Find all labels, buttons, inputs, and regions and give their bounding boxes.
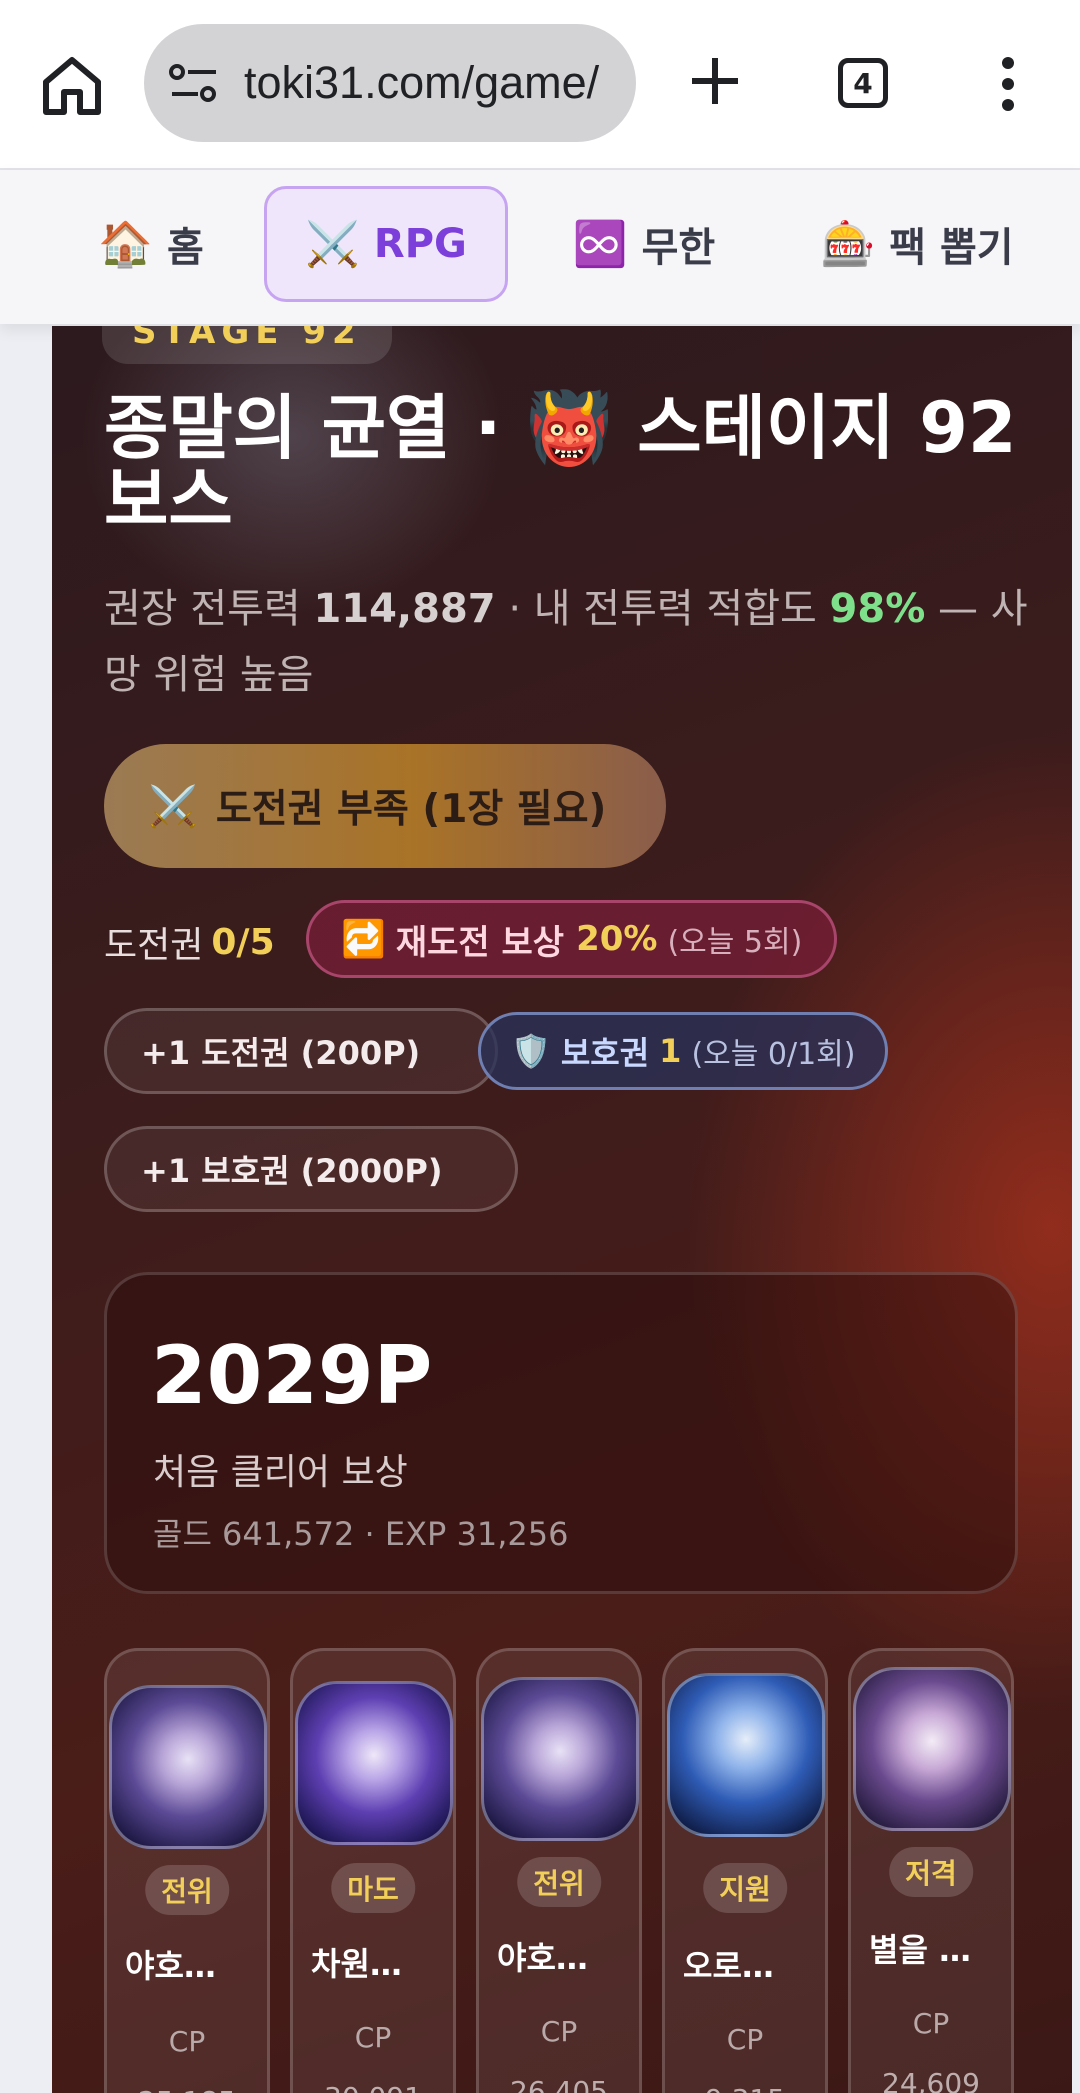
cp-value: 9,315 bbox=[665, 2083, 825, 2093]
power-info: 권장 전투력 114,887 · 내 전투력 적합도 98% — 사망 위험 높… bbox=[104, 576, 1064, 708]
party-card[interactable]: 지원 오로… CP 9,315 bbox=[662, 1648, 828, 2093]
challenge-button[interactable]: ⚔️ 도전권 부족 (1장 필요) bbox=[104, 744, 666, 868]
address-bar[interactable]: toki31.com/game/ bbox=[144, 24, 636, 142]
crossed-swords-icon: ⚔️ bbox=[148, 783, 198, 830]
retry-sub: (오늘 5회) bbox=[667, 925, 803, 960]
hero-portrait bbox=[853, 1667, 1011, 1831]
party-card[interactable]: 전위 야호… CP 26,405 bbox=[476, 1648, 642, 2093]
boss-card: STAGE 92 종말의 균열 · 👹 스테이지 92 보스 권장 전투력 11… bbox=[52, 326, 1072, 2093]
power-prefix: 권장 전투력 bbox=[104, 586, 301, 632]
fit-prefix: · 내 전투력 적합도 bbox=[508, 586, 817, 632]
cp-label: CP bbox=[726, 2023, 764, 2056]
tickets-label: 도전권 bbox=[104, 925, 204, 966]
shield-badge: 🛡️ 보호권 1 (오늘 0/1회) bbox=[478, 1012, 889, 1090]
cp-value: 26,405 bbox=[510, 2075, 608, 2093]
site-settings-icon[interactable] bbox=[168, 63, 220, 103]
cp-label: CP bbox=[912, 2007, 950, 2040]
stage-badge: STAGE 92 bbox=[102, 326, 392, 364]
tickets-count: 0/5 bbox=[211, 921, 275, 963]
reward-points: 2029P bbox=[151, 1329, 433, 1422]
retry-reward-badge: 🔁 재도전 보상 20% (오늘 5회) bbox=[306, 900, 838, 978]
fit-percent: 98% bbox=[829, 586, 926, 632]
tab-switcher-button[interactable]: 4 bbox=[838, 58, 888, 108]
recommended-power: 114,887 bbox=[313, 586, 496, 632]
nav-label: 홈 bbox=[166, 225, 204, 271]
slot-machine-icon: 🎰 bbox=[820, 219, 876, 270]
cp-value: 24,609 bbox=[882, 2067, 980, 2093]
infinity-icon: ♾️ bbox=[572, 219, 628, 270]
url-text: toki31.com/game/ bbox=[244, 57, 600, 108]
hero-name: 오로… bbox=[683, 1947, 774, 1985]
hero-portrait bbox=[481, 1677, 639, 1841]
new-tab-plus-icon[interactable] bbox=[686, 52, 744, 110]
hero-name: 별을 … bbox=[869, 1931, 972, 1969]
browser-toolbar: toki31.com/game/ 4 bbox=[0, 0, 1080, 170]
shield-icon: 🛡️ bbox=[511, 1032, 551, 1070]
hero-portrait bbox=[667, 1673, 825, 1837]
nav-label: 무한 bbox=[641, 225, 716, 271]
reward-panel: 2029P 처음 클리어 보상 골드 641,572 · EXP 31,256 bbox=[104, 1272, 1018, 1594]
boss-title: 종말의 균열 · 👹 스테이지 92 보스 bbox=[104, 387, 1017, 541]
reward-label: 처음 클리어 보상 bbox=[153, 1452, 408, 1493]
role-badge: 전위 bbox=[517, 1857, 601, 1907]
cp-value: 30,091 bbox=[293, 2081, 453, 2093]
party-card[interactable]: 저격 별을 … CP 24,609 bbox=[848, 1648, 1014, 2093]
house-icon: 🏠 bbox=[98, 219, 153, 270]
nav-rpg[interactable]: ⚔️ RPG bbox=[264, 186, 508, 302]
party-card[interactable]: 전위 야호… CP 25,185 bbox=[104, 1648, 270, 2093]
shield-count: 1 bbox=[659, 1032, 682, 1070]
more-vert-icon[interactable] bbox=[994, 56, 1022, 112]
nav-pack-draw[interactable]: 🎰 팩 뽑기 bbox=[810, 186, 1024, 302]
repeat-icon: 🔁 bbox=[341, 919, 386, 960]
hero-name: 차원… bbox=[311, 1945, 402, 1983]
crossed-swords-icon: ⚔️ bbox=[305, 219, 360, 270]
buy-ticket-button[interactable]: +1 도전권 (200P) bbox=[104, 1008, 498, 1094]
nav-home[interactable]: 🏠 홈 bbox=[86, 186, 216, 302]
party-card[interactable]: 마도 차원… CP 30,091 bbox=[290, 1648, 456, 2093]
cp-value: 25,185 bbox=[107, 2085, 267, 2093]
shield-sub: (오늘 0/1회) bbox=[691, 1037, 856, 1072]
shield-label: 보호권 bbox=[560, 1034, 650, 1072]
hero-portrait bbox=[295, 1681, 453, 1845]
nav-label: 팩 뽑기 bbox=[889, 225, 1014, 271]
app-nav: 🏠 홈 ⚔️ RPG ♾️ 무한 🎰 팩 뽑기 bbox=[0, 170, 1080, 324]
cp-label: CP bbox=[540, 2015, 578, 2048]
buy-shield-button[interactable]: +1 보호권 (2000P) bbox=[104, 1126, 518, 1212]
retry-label: 재도전 보상 bbox=[395, 922, 565, 963]
role-badge: 지원 bbox=[703, 1863, 787, 1913]
nav-infinite[interactable]: ♾️ 무한 bbox=[560, 186, 728, 302]
home-icon[interactable] bbox=[38, 52, 106, 120]
retry-percent: 20% bbox=[576, 919, 658, 959]
role-badge: 전위 bbox=[145, 1865, 229, 1915]
role-badge: 마도 bbox=[331, 1863, 415, 1913]
challenge-label: 도전권 부족 (1장 필요) bbox=[215, 787, 607, 832]
hero-name: 야호… bbox=[125, 1947, 216, 1985]
hero-portrait bbox=[109, 1685, 267, 1849]
cp-label: CP bbox=[354, 2021, 392, 2054]
reward-gold-exp: 골드 641,572 · EXP 31,256 bbox=[153, 1515, 569, 1553]
hero-name: 야호… bbox=[497, 1939, 588, 1977]
role-badge: 저격 bbox=[889, 1847, 973, 1897]
nav-label: RPG bbox=[373, 221, 467, 267]
cp-label: CP bbox=[168, 2025, 206, 2058]
tickets-status: 도전권 0/5 bbox=[104, 902, 275, 982]
